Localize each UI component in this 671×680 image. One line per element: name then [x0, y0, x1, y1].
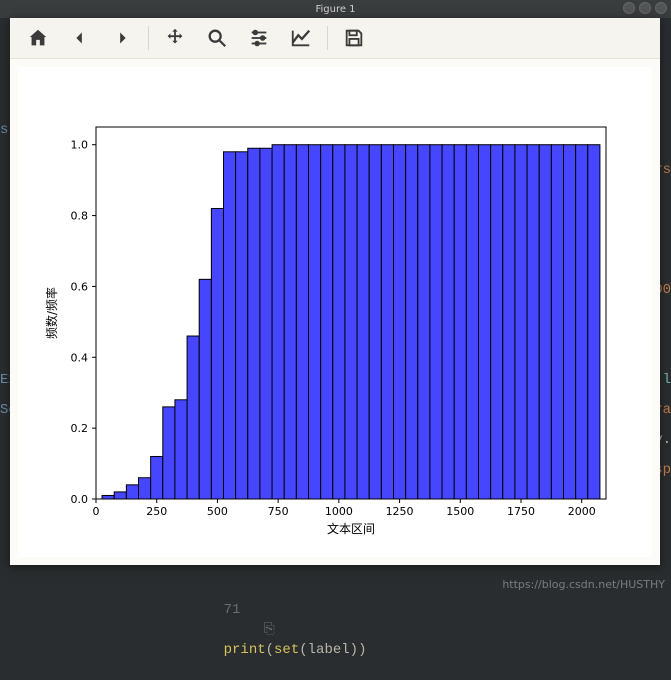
bar — [406, 145, 418, 499]
bar — [248, 148, 260, 499]
chart-svg: 0 250 500 750 1000 1250 1500 1750 2000 0.0 0.2 0.4 0… — [18, 67, 652, 557]
zoom-icon — [206, 27, 228, 49]
y-tick-label: 0.2 — [71, 422, 89, 435]
bar — [139, 478, 151, 499]
window-maximize-button[interactable] — [639, 2, 651, 14]
edit-button[interactable] — [281, 21, 321, 55]
bar — [515, 145, 527, 499]
bar — [260, 148, 272, 499]
bar — [102, 495, 114, 499]
bar — [357, 145, 369, 499]
pan-button[interactable] — [155, 21, 195, 55]
bar — [576, 145, 588, 499]
mpl-toolbar — [10, 18, 660, 59]
x-tick-label: 750 — [268, 505, 289, 518]
bar — [466, 145, 478, 499]
save-icon — [343, 27, 365, 49]
bar — [369, 145, 381, 499]
move-icon — [164, 27, 186, 49]
bar — [345, 145, 357, 499]
toolbar-separator — [148, 26, 149, 50]
bar — [163, 407, 175, 499]
bar — [151, 456, 163, 499]
chart-line-icon — [290, 27, 312, 49]
x-axis-label: 文本区间 — [327, 521, 375, 536]
bar — [187, 336, 199, 499]
bar — [564, 145, 576, 499]
bar — [321, 145, 333, 499]
x-tick-label: 2000 — [568, 505, 596, 518]
x-tick-label: 0 — [93, 505, 100, 518]
y-axis-label: 频数/频率 — [44, 287, 59, 339]
bar — [114, 492, 126, 499]
x-tick-label: 1250 — [386, 505, 414, 518]
figure-window: 0 250 500 750 1000 1250 1500 1750 2000 0.0 0.2 0.4 0… — [10, 18, 660, 565]
arrow-left-icon — [69, 27, 91, 49]
bar — [394, 145, 406, 499]
x-tick-label: 1500 — [446, 505, 474, 518]
bar — [224, 152, 236, 499]
home-icon — [27, 27, 49, 49]
x-tick-label: 250 — [146, 505, 167, 518]
window-close-button[interactable] — [655, 2, 667, 14]
bar — [539, 145, 551, 499]
bar — [503, 145, 515, 499]
bar — [381, 145, 393, 499]
bar — [491, 145, 503, 499]
bar — [551, 145, 563, 499]
bar — [272, 145, 284, 499]
plot-canvas[interactable]: 0 250 500 750 1000 1250 1500 1750 2000 0.0 0.2 0.4 0… — [18, 67, 652, 557]
bar — [430, 145, 442, 499]
bar — [211, 208, 223, 499]
back-button[interactable] — [60, 21, 100, 55]
bar — [479, 145, 491, 499]
window-title: Figure 1 — [315, 4, 355, 15]
window-minimize-button[interactable] — [623, 2, 635, 14]
configure-button[interactable] — [239, 21, 279, 55]
gutter-lineno: 71 — [224, 602, 241, 618]
bar — [199, 279, 211, 499]
window-titlebar[interactable]: Figure 1 — [0, 0, 671, 18]
x-tick-label: 1750 — [507, 505, 535, 518]
bar — [296, 145, 308, 499]
bar — [527, 145, 539, 499]
code-set: set — [274, 642, 299, 658]
bar — [236, 152, 248, 499]
y-tick-label: 1.0 — [71, 139, 89, 152]
bar — [126, 485, 138, 499]
bar — [442, 145, 454, 499]
bar — [454, 145, 466, 499]
save-button[interactable] — [334, 21, 374, 55]
x-tick-label: 1000 — [325, 505, 353, 518]
bar — [284, 145, 296, 499]
y-tick-label: 0.6 — [71, 280, 89, 293]
toolbar-separator — [327, 26, 328, 50]
bar — [418, 145, 430, 499]
home-button[interactable] — [18, 21, 58, 55]
bar — [588, 145, 600, 499]
y-tick-label: 0.0 — [71, 493, 89, 506]
code-print: print — [224, 642, 266, 658]
code-label: label — [308, 642, 350, 658]
bar — [175, 400, 187, 499]
forward-button[interactable] — [102, 21, 142, 55]
x-tick-label: 500 — [207, 505, 228, 518]
arrow-right-icon — [111, 27, 133, 49]
bar — [333, 145, 345, 499]
y-tick-label: 0.4 — [71, 351, 89, 364]
sliders-icon — [248, 27, 270, 49]
zoom-button[interactable] — [197, 21, 237, 55]
y-tick-label: 0.8 — [71, 210, 89, 223]
bar — [309, 145, 321, 499]
